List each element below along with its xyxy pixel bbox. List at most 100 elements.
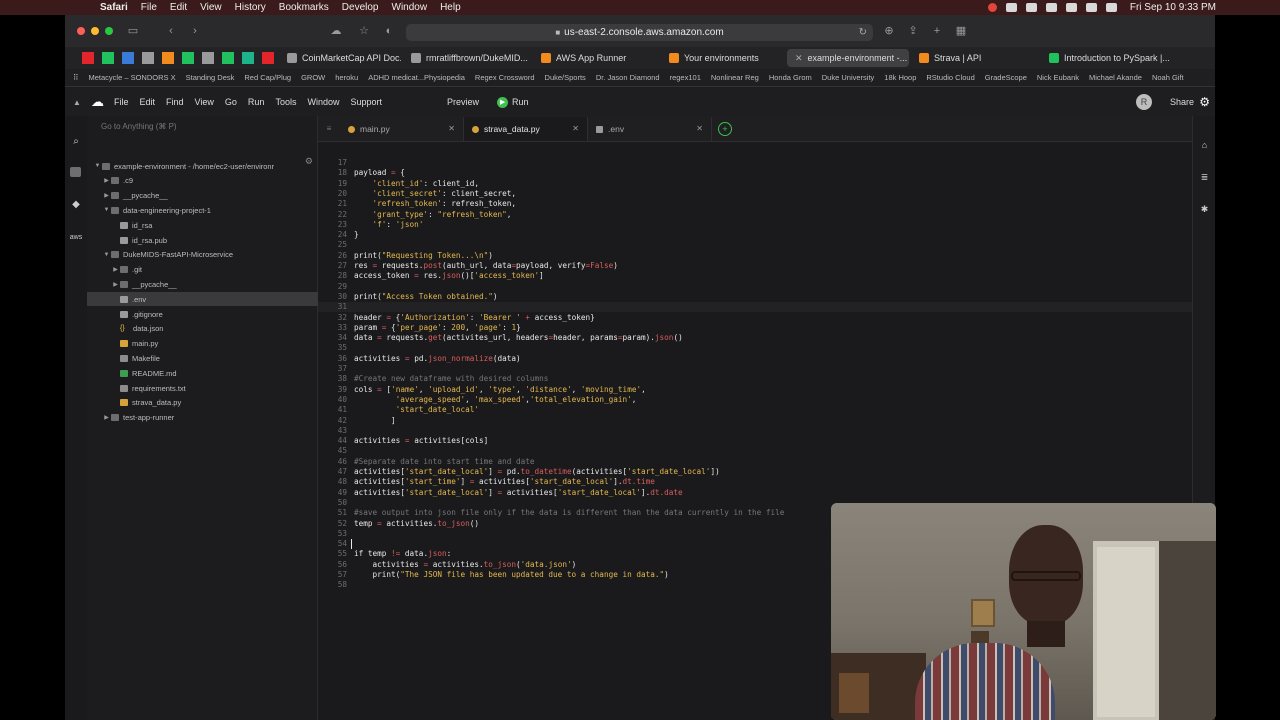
menubar-clock[interactable]: Fri Sep 10 9:33 PM bbox=[1130, 2, 1216, 13]
code-text[interactable]: 'f': 'json' bbox=[354, 220, 424, 230]
tree-folder[interactable]: ▶ test-app-runner bbox=[87, 411, 318, 425]
tab-coinmarketcap[interactable]: CoinMarketCap API Doc... bbox=[279, 49, 401, 67]
outline-icon[interactable]: ≣ bbox=[1199, 172, 1210, 183]
new-editor-tab-button[interactable]: + bbox=[718, 122, 732, 136]
code-line[interactable]: 42 ] bbox=[318, 416, 1192, 426]
tree-file[interactable]: Makefile bbox=[87, 351, 318, 365]
zoom-window-button[interactable] bbox=[105, 27, 113, 35]
line-number[interactable]: 32 bbox=[318, 313, 347, 323]
editor-tab-strava-data-py[interactable]: strava_data.py ✕ bbox=[464, 117, 588, 141]
chevron-right-icon[interactable]: ▶ bbox=[111, 281, 120, 288]
tree-folder[interactable]: ▼ DukeMIDS-FastAPI-Microservice bbox=[87, 248, 318, 262]
chevron-down-icon[interactable]: ▼ bbox=[102, 207, 111, 213]
tab-your-environments[interactable]: Your environments bbox=[661, 49, 785, 67]
bookmarks-grid-icon[interactable]: ⠿ bbox=[73, 73, 79, 82]
code-text[interactable]: header = {'Authorization': 'Bearer ' + a… bbox=[354, 313, 595, 323]
code-text[interactable]: #Separate date into start time and date bbox=[354, 457, 535, 467]
line-number[interactable]: 57 bbox=[318, 570, 347, 580]
favorite-star-icon[interactable]: ☆ bbox=[358, 25, 370, 37]
code-line[interactable]: 37 bbox=[318, 364, 1192, 374]
code-line[interactable]: 45 bbox=[318, 446, 1192, 456]
line-number[interactable]: 55 bbox=[318, 549, 347, 559]
code-line[interactable]: 38 #Create new dataframe with desired col… bbox=[318, 374, 1192, 384]
apple-icon[interactable] bbox=[76, 2, 90, 14]
code-line[interactable]: 35 bbox=[318, 343, 1192, 353]
code-line[interactable]: 32 header = {'Authorization': 'Bearer ' +… bbox=[318, 313, 1192, 323]
close-tab-icon[interactable]: ✕ bbox=[795, 53, 803, 64]
pinned-tab[interactable] bbox=[99, 49, 117, 67]
code-line[interactable]: 19 'client_id': client_id, bbox=[318, 179, 1192, 189]
chevron-right-icon[interactable]: ▶ bbox=[111, 266, 120, 273]
ide-menu-window[interactable]: Window bbox=[307, 97, 339, 107]
chevron-down-icon[interactable]: ▼ bbox=[93, 163, 102, 169]
code-text[interactable]: data = requests.get(activites_url, heade… bbox=[354, 333, 683, 343]
cloud9-logo-icon[interactable]: ☁ bbox=[91, 94, 104, 110]
tab-github[interactable]: rmratliffbrown/DukeMID... bbox=[403, 49, 531, 67]
line-number[interactable]: 53 bbox=[318, 529, 347, 539]
line-number[interactable]: 23 bbox=[318, 220, 347, 230]
line-number[interactable]: 47 bbox=[318, 467, 347, 477]
code-line[interactable]: 48 activities['start_time'] = activities[… bbox=[318, 477, 1192, 487]
bookmark[interactable]: Noah Gift bbox=[1152, 73, 1184, 82]
line-number[interactable]: 30 bbox=[318, 292, 347, 302]
bookmark[interactable]: heroku bbox=[335, 73, 358, 82]
line-number[interactable]: 20 bbox=[318, 189, 347, 199]
bookmark[interactable]: Nonlinear Reg bbox=[711, 73, 759, 82]
aws-icon[interactable]: aws bbox=[68, 232, 84, 244]
code-text[interactable]: print("The JSON file has been updated du… bbox=[354, 570, 669, 580]
bookmark[interactable]: Honda Grom bbox=[769, 73, 812, 82]
code-text[interactable]: activities['start_time'] = activities['s… bbox=[354, 477, 655, 487]
code-line[interactable]: 31 bbox=[318, 302, 1192, 313]
line-number[interactable]: 29 bbox=[318, 282, 347, 292]
ide-menu-edit[interactable]: Edit bbox=[140, 97, 156, 107]
bookmark[interactable]: Duke University bbox=[822, 73, 875, 82]
tree-folder[interactable]: ▶ __pycache__ bbox=[87, 277, 318, 291]
code-line[interactable]: 43 bbox=[318, 426, 1192, 436]
code-text[interactable]: access_token = res.json()['access_token'… bbox=[354, 271, 544, 281]
bookmark[interactable]: Duke/Sports bbox=[545, 73, 586, 82]
code-text[interactable]: 'client_secret': client_secret, bbox=[354, 189, 517, 199]
menu-edit[interactable]: Edit bbox=[170, 2, 187, 13]
tab-pyspark[interactable]: Introduction to PySpark |... bbox=[1041, 49, 1173, 67]
tab-example-environment[interactable]: ✕ example-environment -... bbox=[787, 49, 909, 67]
line-number[interactable]: 25 bbox=[318, 240, 347, 250]
line-number[interactable]: 31 bbox=[318, 302, 347, 312]
tree-folder[interactable]: ▶ .git bbox=[87, 263, 318, 277]
code-line[interactable]: 40 'average_speed', 'max_speed','total_e… bbox=[318, 395, 1192, 405]
code-line[interactable]: 27 res = requests.post(auth_url, data=pay… bbox=[318, 261, 1192, 271]
debugger-icon[interactable]: ✱ bbox=[1199, 204, 1210, 215]
code-line[interactable]: 49 activities['start_date_local'] = activ… bbox=[318, 488, 1192, 498]
code-text[interactable]: activities['start_date_local'] = activit… bbox=[354, 488, 683, 498]
line-number[interactable]: 48 bbox=[318, 477, 347, 487]
chevron-right-icon[interactable]: ▶ bbox=[102, 414, 111, 421]
bookmark[interactable]: 18k Hoop bbox=[884, 73, 916, 82]
code-line[interactable]: 20 'client_secret': client_secret, bbox=[318, 189, 1192, 199]
menu-help[interactable]: Help bbox=[440, 2, 461, 13]
line-number[interactable]: 52 bbox=[318, 519, 347, 529]
new-tab-icon[interactable]: + bbox=[931, 25, 943, 37]
address-bar[interactable]: ■ us-east-2.console.aws.amazon.com ↻ bbox=[406, 24, 873, 41]
pinned-tab[interactable] bbox=[79, 49, 97, 67]
bookmark[interactable]: Regex Crossword bbox=[475, 73, 535, 82]
control-center-icon[interactable] bbox=[1105, 3, 1117, 12]
bookmark[interactable]: GROW bbox=[301, 73, 325, 82]
tree-file[interactable]: main.py bbox=[87, 337, 318, 351]
code-text[interactable]: param = {'per_page': 200, 'page': 1} bbox=[354, 323, 521, 333]
line-number[interactable]: 18 bbox=[318, 168, 347, 178]
ide-menu-run[interactable]: Run bbox=[248, 97, 265, 107]
line-number[interactable]: 49 bbox=[318, 488, 347, 498]
camera-icon[interactable] bbox=[1005, 3, 1017, 12]
code-text[interactable]: res = requests.post(auth_url, data=paylo… bbox=[354, 261, 618, 271]
forward-icon[interactable]: › bbox=[189, 25, 201, 37]
close-tab-icon[interactable]: ✕ bbox=[448, 124, 455, 133]
pinned-tab[interactable] bbox=[199, 49, 217, 67]
tab-strava-api[interactable]: Strava | API bbox=[911, 49, 1039, 67]
pinned-tab[interactable] bbox=[159, 49, 177, 67]
ide-menu-file[interactable]: File bbox=[114, 97, 129, 107]
close-window-button[interactable] bbox=[77, 27, 85, 35]
line-number[interactable]: 21 bbox=[318, 199, 347, 209]
line-number[interactable]: 36 bbox=[318, 354, 347, 364]
bookmark[interactable]: Metacycle – SONDORS X bbox=[89, 73, 176, 82]
tree-file[interactable]: {} data.json bbox=[87, 322, 318, 336]
editor-tab-env[interactable]: .env ✕ bbox=[588, 117, 712, 141]
